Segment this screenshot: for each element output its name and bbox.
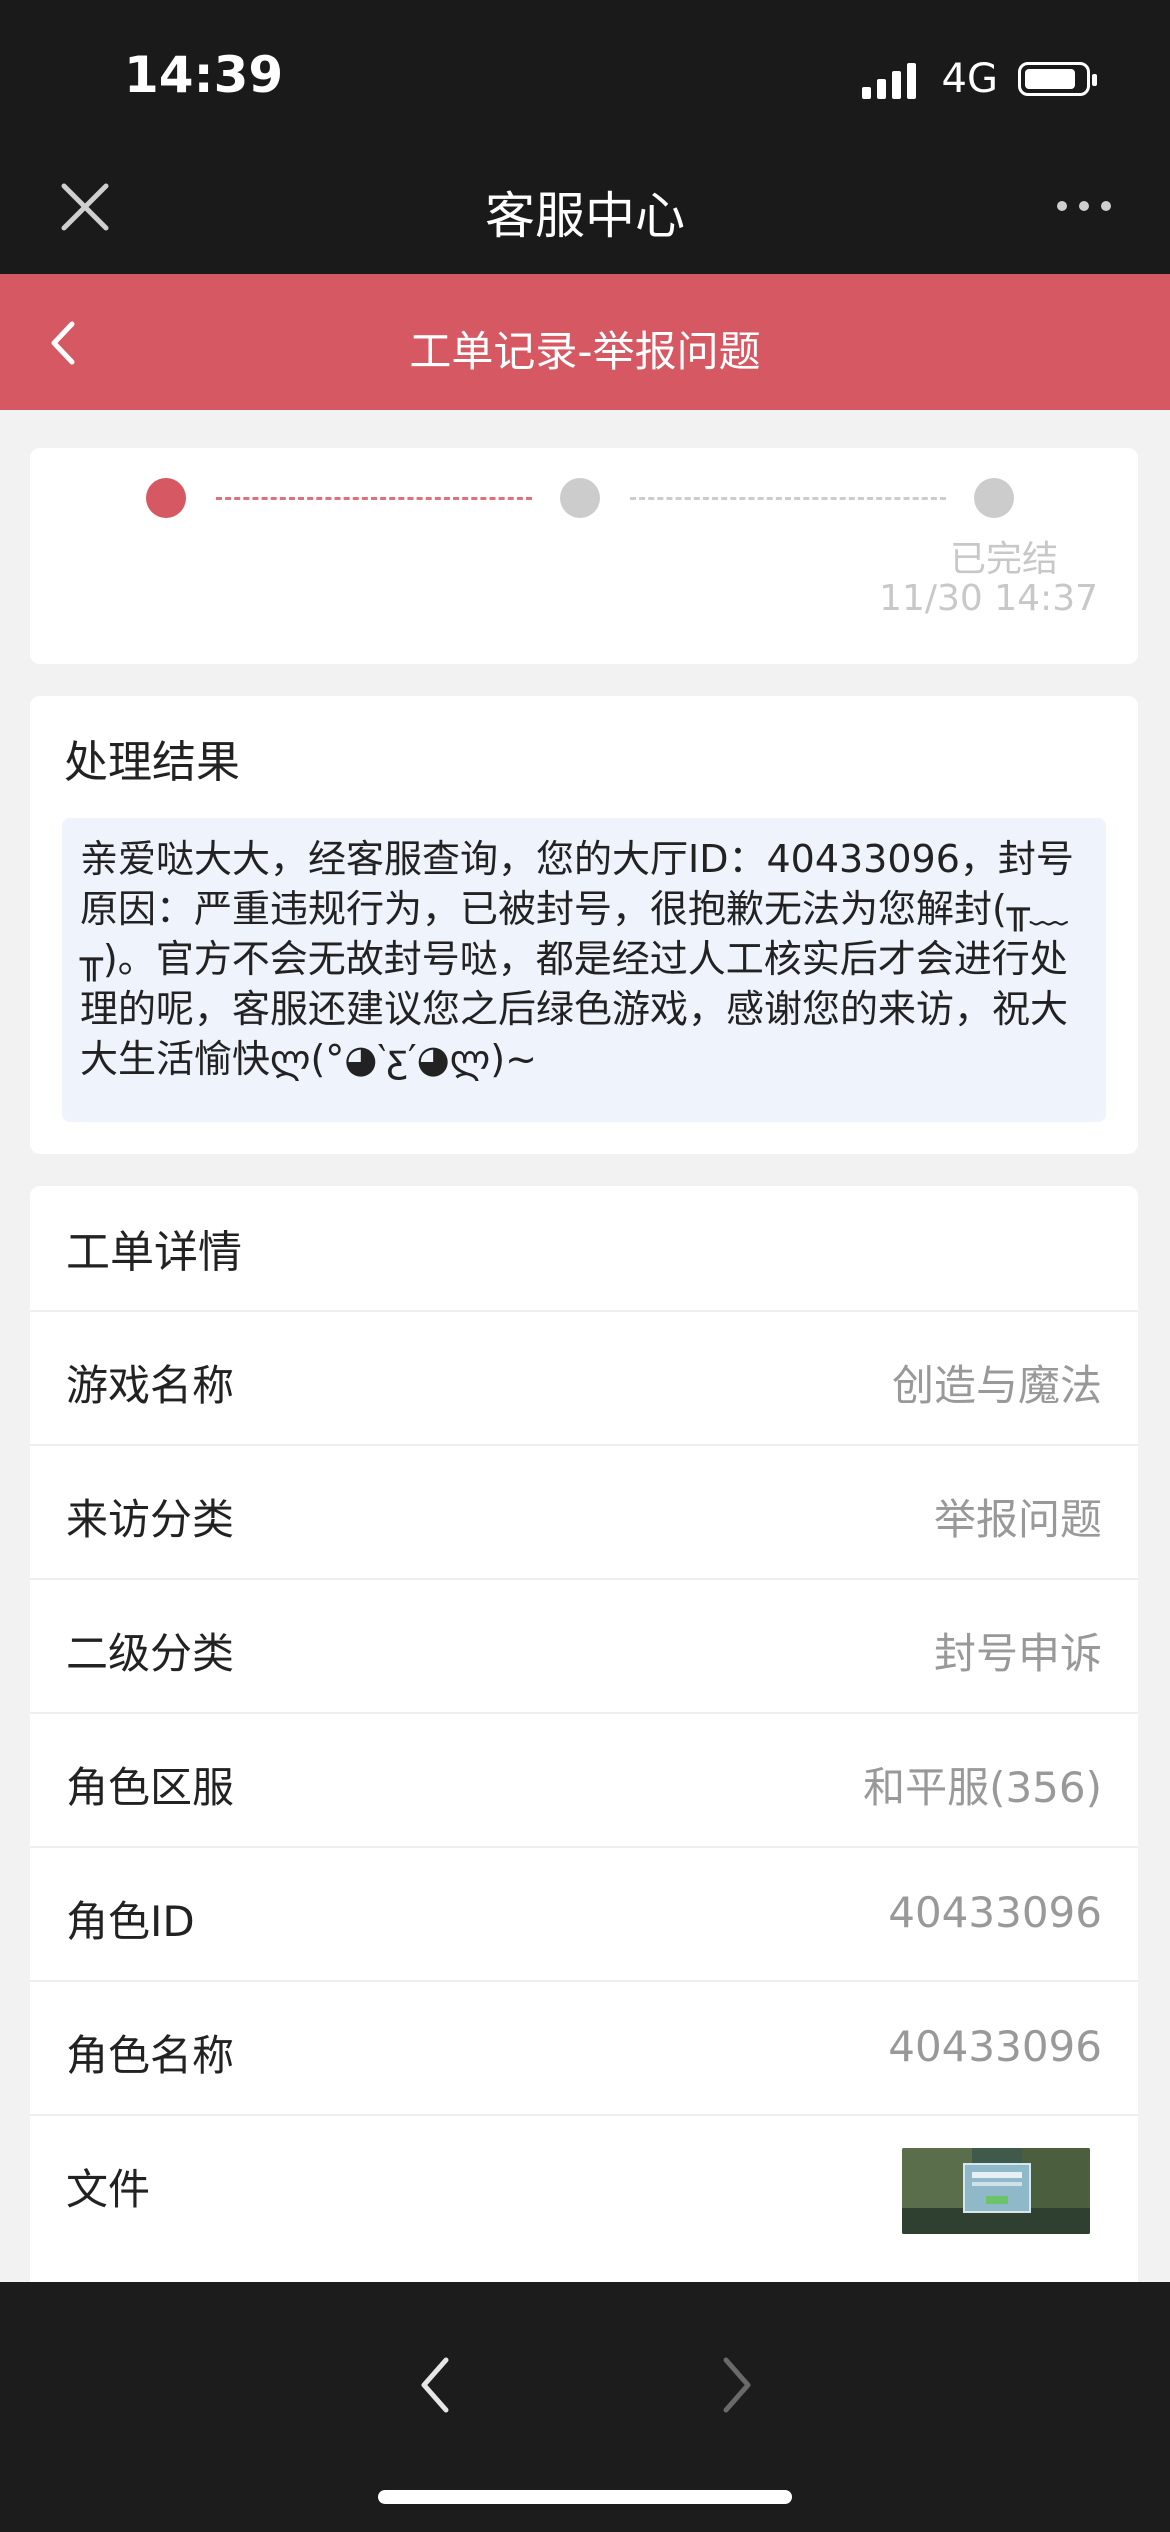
- file-thumbnail[interactable]: [902, 2148, 1090, 2234]
- status-indicators: 4G: [861, 56, 1097, 102]
- home-indicator[interactable]: [378, 2490, 792, 2504]
- progress-line-1: [216, 497, 532, 500]
- nav-back-icon[interactable]: [410, 2350, 460, 2420]
- row-label: 游戏名称: [66, 1361, 235, 1410]
- result-title: 处理结果: [64, 737, 240, 788]
- row-value: 创造与魔法: [891, 1361, 1102, 1410]
- detail-title: 工单详情: [66, 1227, 242, 1278]
- ticket-header: 工单记录-举报问题: [0, 274, 1170, 410]
- row-label: 角色ID: [66, 1897, 195, 1946]
- status-bar: 14:39 4G: [0, 0, 1170, 150]
- detail-row-file: 文件: [30, 2116, 1138, 2250]
- result-message: 亲爱哒大大，经客服查询，您的大厅ID：40433096，封号原因：严重违规行为，…: [62, 818, 1106, 1122]
- row-value: 封号申诉: [933, 1629, 1102, 1678]
- page-title: 客服中心: [485, 187, 685, 245]
- step-time: 11/30 14:37: [879, 578, 1098, 619]
- row-label: 角色名称: [66, 2031, 235, 2080]
- row-label: 来访分类: [66, 1495, 235, 1544]
- detail-row-role-id: 角色ID 40433096: [30, 1848, 1138, 1982]
- row-value: 举报问题: [933, 1495, 1102, 1544]
- detail-row-role-name: 角色名称 40433096: [30, 1982, 1138, 2116]
- signal-icon: [861, 59, 922, 99]
- status-time: 14:39: [124, 46, 284, 104]
- row-label: 二级分类: [66, 1629, 235, 1678]
- result-card: 处理结果 亲爱哒大大，经客服查询，您的大厅ID：40433096，封号原因：严重…: [30, 696, 1138, 1154]
- progress-card: 已完结 11/30 14:37: [30, 448, 1138, 664]
- row-value: 和平服(356): [863, 1763, 1102, 1812]
- network-type: 4G: [941, 56, 998, 102]
- nav-forward-icon[interactable]: [712, 2350, 762, 2420]
- row-value: 40433096: [888, 1888, 1102, 1937]
- more-icon[interactable]: [1054, 196, 1114, 216]
- battery-icon: [1018, 62, 1097, 96]
- progress-step-2: [560, 478, 600, 518]
- detail-row-game: 游戏名称 创造与魔法: [30, 1312, 1138, 1446]
- row-label: 角色区服: [66, 1763, 235, 1812]
- progress-step-3: [974, 478, 1014, 518]
- bottom-nav-bar: [0, 2282, 1170, 2532]
- title-bar: 客服中心: [0, 150, 1170, 274]
- progress-step-1: [146, 478, 186, 518]
- detail-row-subcategory: 二级分类 封号申诉: [30, 1580, 1138, 1714]
- step-label: 已完结: [949, 539, 1058, 580]
- detail-row-server: 角色区服 和平服(356): [30, 1714, 1138, 1848]
- progress-line-2: [630, 497, 946, 500]
- header-title: 工单记录-举报问题: [409, 327, 761, 376]
- detail-row-category: 来访分类 举报问题: [30, 1446, 1138, 1580]
- row-label: 文件: [66, 2165, 151, 2214]
- detail-card: 工单详情 游戏名称 创造与魔法 来访分类 举报问题 二级分类 封号申诉 角色区服…: [30, 1186, 1138, 2286]
- row-value: 40433096: [888, 2022, 1102, 2071]
